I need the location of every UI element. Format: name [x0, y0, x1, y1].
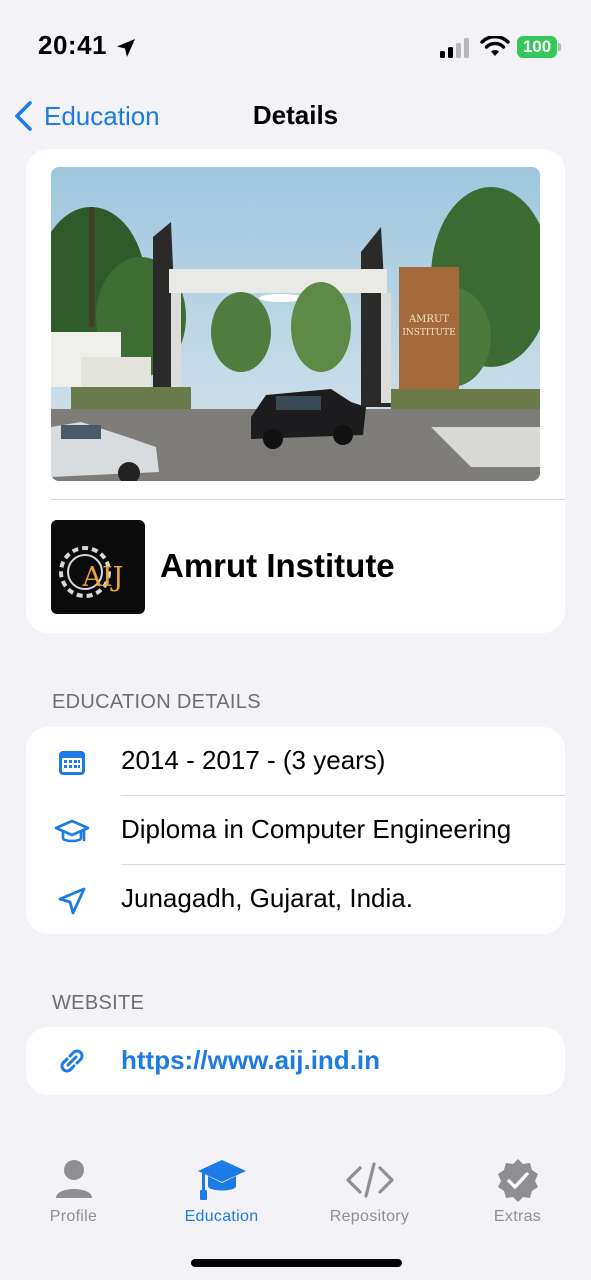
- svg-text:AMRUT: AMRUT: [408, 314, 449, 325]
- institute-gate-illustration: AMRUT INSTITUTE: [51, 167, 540, 481]
- home-indicator: [191, 1259, 402, 1267]
- graduation-cap-icon: [54, 819, 90, 843]
- tab-label-extras: Extras: [493, 1208, 542, 1225]
- location-text: Junagadh, Gujarat, India.: [121, 883, 413, 913]
- battery-tip: [558, 43, 561, 51]
- tab-education[interactable]: Education: [148, 1142, 295, 1226]
- person-icon: [55, 1160, 92, 1198]
- institute-logo: AIJ: [51, 520, 145, 614]
- svg-text:INSTITUTE: INSTITUTE: [402, 328, 455, 338]
- section-header-website: WEBSITE: [52, 992, 145, 1014]
- card-divider: [51, 499, 565, 500]
- calendar-icon: [59, 751, 85, 775]
- gear-logo-icon: AIJ: [59, 546, 124, 598]
- wifi-icon: [480, 36, 510, 56]
- section-header-education: EDUCATION DETAILS: [52, 691, 261, 713]
- status-time: 20:41: [38, 30, 107, 60]
- logo-text: AIJ: [82, 562, 124, 593]
- degree-row: Diploma in Computer Engineering: [26, 796, 565, 865]
- degree-text: Diploma in Computer Engineering: [121, 814, 512, 844]
- tab-label-profile: Profile: [49, 1208, 98, 1225]
- tab-label-repository: Repository: [329, 1208, 410, 1225]
- tab-profile[interactable]: Profile: [0, 1142, 147, 1226]
- code-icon: [345, 1162, 394, 1198]
- checkmark-seal-icon: [497, 1159, 538, 1202]
- education-details-card: 2014 - 2017 - (3 years) Diploma in Compu…: [26, 727, 565, 934]
- tab-extras[interactable]: Extras: [444, 1142, 591, 1226]
- battery-level: 100: [522, 37, 552, 56]
- tab-bar: Profile Education Repository Extras: [0, 1142, 591, 1242]
- institute-photo: AMRUT INSTITUTE: [51, 167, 540, 481]
- location-arrow-icon: [117, 39, 135, 57]
- graduation-cap-icon: [197, 1160, 246, 1200]
- link-icon: [60, 1049, 84, 1073]
- location-arrow-icon: [58, 887, 86, 915]
- website-row[interactable]: https://www.aij.ind.in: [26, 1027, 565, 1095]
- institute-card: AMRUT INSTITUTE AIJ Amrut Institute: [26, 149, 565, 633]
- status-bar: 20:41 100: [0, 0, 591, 90]
- battery-icon: 100: [517, 36, 561, 58]
- tab-repository[interactable]: Repository: [296, 1142, 443, 1226]
- navigation-bar: Education Details: [0, 90, 591, 140]
- institute-name: Amrut Institute: [160, 547, 395, 584]
- duration-row: 2014 - 2017 - (3 years): [26, 727, 565, 796]
- website-card: https://www.aij.ind.in: [26, 1027, 565, 1095]
- tab-label-education: Education: [184, 1208, 259, 1225]
- website-link[interactable]: https://www.aij.ind.in: [121, 1045, 380, 1076]
- location-row: Junagadh, Gujarat, India.: [26, 865, 565, 934]
- duration-text: 2014 - 2017 - (3 years): [121, 745, 386, 775]
- signal-icon: [440, 38, 469, 58]
- page-title: Details: [252, 100, 339, 130]
